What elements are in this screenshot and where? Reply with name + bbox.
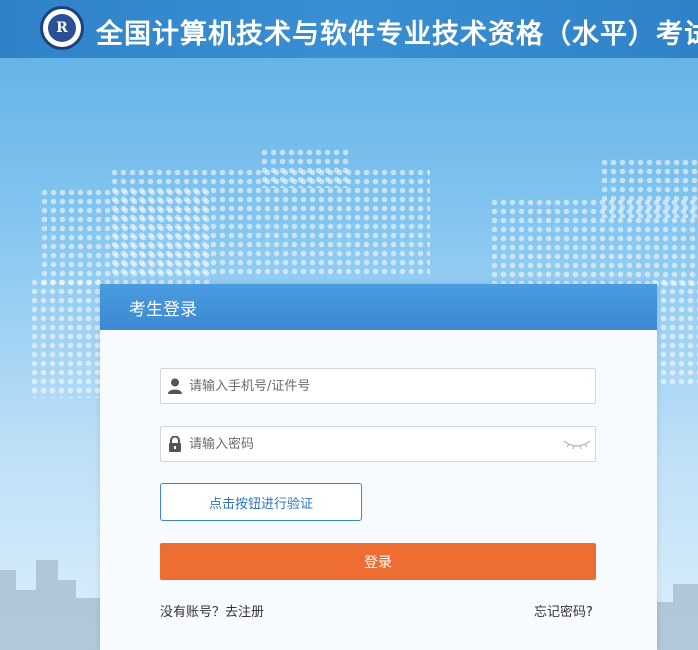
eye-closed-icon[interactable] [559,427,595,461]
username-field[interactable] [160,368,596,404]
login-button[interactable]: 登录 [160,543,596,580]
forgot-password-link[interactable]: 忘记密码? [534,601,593,620]
lock-icon [161,427,189,461]
user-icon [161,369,189,403]
password-input[interactable] [189,427,559,461]
register-link[interactable]: 没有账号？去注册 [160,601,264,620]
login-title: 考生登录 [129,299,197,320]
login-card: 考生登录 点击按 [100,284,657,650]
logo-mark: R [48,14,76,42]
verify-button[interactable]: 点击按钮进行验证 [160,483,362,521]
site-title: 全国计算机技术与软件专业技术资格（水平）考试 [96,19,698,50]
password-field[interactable] [160,426,596,462]
username-input[interactable] [189,369,595,403]
exam-logo: R [40,6,84,50]
login-card-header: 考生登录 [100,284,657,330]
site-header: R 全国计算机技术与软件专业技术资格（水平）考试 [0,0,698,58]
